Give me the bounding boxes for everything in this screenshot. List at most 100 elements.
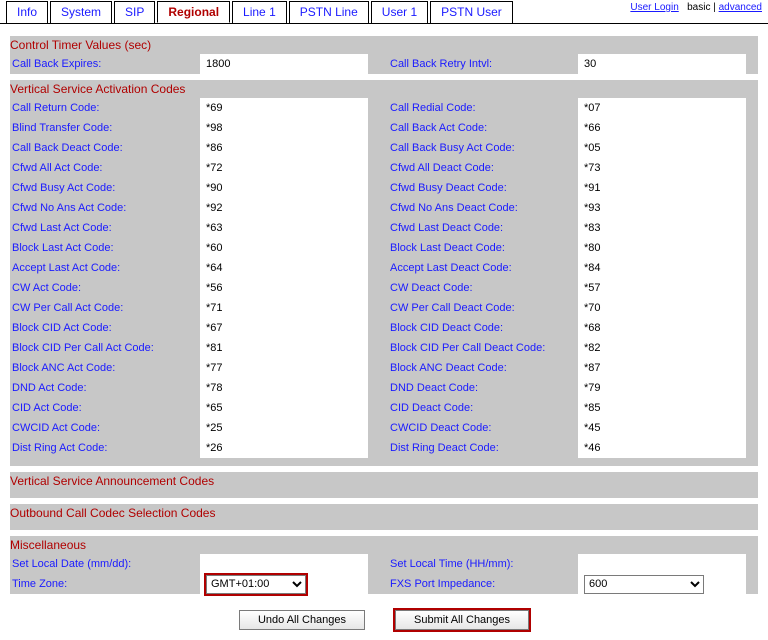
label-vsac-8-l: Accept Last Act Code:	[10, 258, 200, 278]
input-vsac-14-r[interactable]	[584, 379, 734, 397]
label-vsac-3-l: Cfwd All Act Code:	[10, 158, 200, 178]
input-vsac-3-r[interactable]	[584, 159, 734, 177]
label-vsac-9-l: CW Act Code:	[10, 278, 200, 298]
section-vsac: Vertical Service Activation Codes	[10, 80, 758, 98]
input-vsac-8-r[interactable]	[584, 259, 734, 277]
label-time-zone: Time Zone:	[10, 574, 200, 594]
label-vsac-8-r: Accept Last Deact Code:	[388, 258, 578, 278]
label-vsac-1-r: Call Back Act Code:	[388, 118, 578, 138]
select-time-zone[interactable]: GMT+01:00	[206, 575, 306, 594]
basic-link[interactable]: basic	[687, 2, 710, 13]
input-vsac-5-l[interactable]	[206, 199, 356, 217]
label-vsac-0-r: Call Redial Code:	[388, 98, 578, 118]
input-vsac-5-r[interactable]	[584, 199, 734, 217]
input-vsac-16-l[interactable]	[206, 419, 356, 437]
section-misc: Miscellaneous	[10, 536, 758, 554]
input-misc-0-r[interactable]	[584, 555, 734, 573]
input-vsac-0-r[interactable]	[584, 99, 734, 117]
input-vsac-7-l[interactable]	[206, 239, 356, 257]
input-vsac-8-l[interactable]	[206, 259, 356, 277]
tab-system[interactable]: System	[50, 1, 112, 23]
label-misc-0-l: Set Local Date (mm/dd):	[10, 554, 200, 574]
tab-regional[interactable]: Regional	[157, 1, 230, 23]
section-vsan: Vertical Service Announcement Codes	[10, 472, 758, 490]
input-vsac-15-l[interactable]	[206, 399, 356, 417]
label-vsac-12-r: Block CID Per Call Deact Code:	[388, 338, 578, 358]
label-vsac-14-l: DND Act Code:	[10, 378, 200, 398]
advanced-link[interactable]: advanced	[719, 2, 762, 13]
input-vsac-1-l[interactable]	[206, 119, 356, 137]
label-vsac-10-r: CW Per Call Deact Code:	[388, 298, 578, 318]
label-vsac-10-l: CW Per Call Act Code:	[10, 298, 200, 318]
tab-sip[interactable]: SIP	[114, 1, 155, 23]
tab-user-1[interactable]: User 1	[371, 1, 428, 23]
input-ctr-0-l[interactable]	[206, 55, 356, 73]
input-vsac-4-r[interactable]	[584, 179, 734, 197]
label-vsac-9-r: CW Deact Code:	[388, 278, 578, 298]
input-vsac-11-l[interactable]	[206, 319, 356, 337]
input-vsac-16-r[interactable]	[584, 419, 734, 437]
label-vsac-14-r: DND Deact Code:	[388, 378, 578, 398]
tab-info[interactable]: Info	[6, 1, 48, 23]
input-vsac-17-l[interactable]	[206, 439, 356, 457]
input-ctr-0-r[interactable]	[584, 55, 734, 73]
input-vsac-14-l[interactable]	[206, 379, 356, 397]
input-vsac-13-r[interactable]	[584, 359, 734, 377]
label-fxs-impedance: FXS Port Impedance:	[388, 574, 578, 594]
label-vsac-2-r: Call Back Busy Act Code:	[388, 138, 578, 158]
label-vsac-11-l: Block CID Act Code:	[10, 318, 200, 338]
label-vsac-7-l: Block Last Act Code:	[10, 238, 200, 258]
tab-pstn-user[interactable]: PSTN User	[430, 1, 513, 23]
label-vsac-3-r: Cfwd All Deact Code:	[388, 158, 578, 178]
input-vsac-0-l[interactable]	[206, 99, 356, 117]
label-vsac-6-r: Cfwd Last Deact Code:	[388, 218, 578, 238]
input-vsac-9-l[interactable]	[206, 279, 356, 297]
label-vsac-13-r: Block ANC Deact Code:	[388, 358, 578, 378]
section-occ: Outbound Call Codec Selection Codes	[10, 504, 758, 522]
section-control-timer: Control Timer Values (sec)	[10, 36, 758, 54]
label-vsac-15-r: CID Deact Code:	[388, 398, 578, 418]
input-vsac-7-r[interactable]	[584, 239, 734, 257]
input-misc-0-l[interactable]	[206, 555, 356, 573]
label-vsac-17-l: Dist Ring Act Code:	[10, 438, 200, 458]
top-links: User Login basic | advanced	[624, 0, 768, 15]
input-vsac-4-l[interactable]	[206, 179, 356, 197]
select-fxs-impedance[interactable]: 600	[584, 575, 704, 594]
submit-button[interactable]: Submit All Changes	[395, 610, 529, 630]
input-vsac-3-l[interactable]	[206, 159, 356, 177]
label-vsac-16-l: CWCID Act Code:	[10, 418, 200, 438]
label-ctr-0-l: Call Back Expires:	[10, 54, 200, 74]
label-vsac-12-l: Block CID Per Call Act Code:	[10, 338, 200, 358]
tab-line-1[interactable]: Line 1	[232, 1, 287, 23]
input-vsac-2-l[interactable]	[206, 139, 356, 157]
label-vsac-5-r: Cfwd No Ans Deact Code:	[388, 198, 578, 218]
label-vsac-13-l: Block ANC Act Code:	[10, 358, 200, 378]
input-vsac-10-r[interactable]	[584, 299, 734, 317]
input-vsac-6-r[interactable]	[584, 219, 734, 237]
input-vsac-12-r[interactable]	[584, 339, 734, 357]
input-vsac-15-r[interactable]	[584, 399, 734, 417]
label-vsac-7-r: Block Last Deact Code:	[388, 238, 578, 258]
input-vsac-6-l[interactable]	[206, 219, 356, 237]
input-vsac-11-r[interactable]	[584, 319, 734, 337]
label-vsac-17-r: Dist Ring Deact Code:	[388, 438, 578, 458]
input-vsac-2-r[interactable]	[584, 139, 734, 157]
undo-button[interactable]: Undo All Changes	[239, 610, 365, 630]
input-vsac-9-r[interactable]	[584, 279, 734, 297]
label-vsac-15-l: CID Act Code:	[10, 398, 200, 418]
input-vsac-10-l[interactable]	[206, 299, 356, 317]
label-vsac-4-l: Cfwd Busy Act Code:	[10, 178, 200, 198]
label-ctr-0-r: Call Back Retry Intvl:	[388, 54, 578, 74]
tab-pstn-line[interactable]: PSTN Line	[289, 1, 369, 23]
label-vsac-11-r: Block CID Deact Code:	[388, 318, 578, 338]
input-vsac-17-r[interactable]	[584, 439, 734, 457]
label-vsac-16-r: CWCID Deact Code:	[388, 418, 578, 438]
input-vsac-12-l[interactable]	[206, 339, 356, 357]
label-vsac-0-l: Call Return Code:	[10, 98, 200, 118]
label-vsac-2-l: Call Back Deact Code:	[10, 138, 200, 158]
label-vsac-1-l: Blind Transfer Code:	[10, 118, 200, 138]
user-login-link[interactable]: User Login	[630, 2, 678, 13]
input-vsac-13-l[interactable]	[206, 359, 356, 377]
label-vsac-5-l: Cfwd No Ans Act Code:	[10, 198, 200, 218]
input-vsac-1-r[interactable]	[584, 119, 734, 137]
